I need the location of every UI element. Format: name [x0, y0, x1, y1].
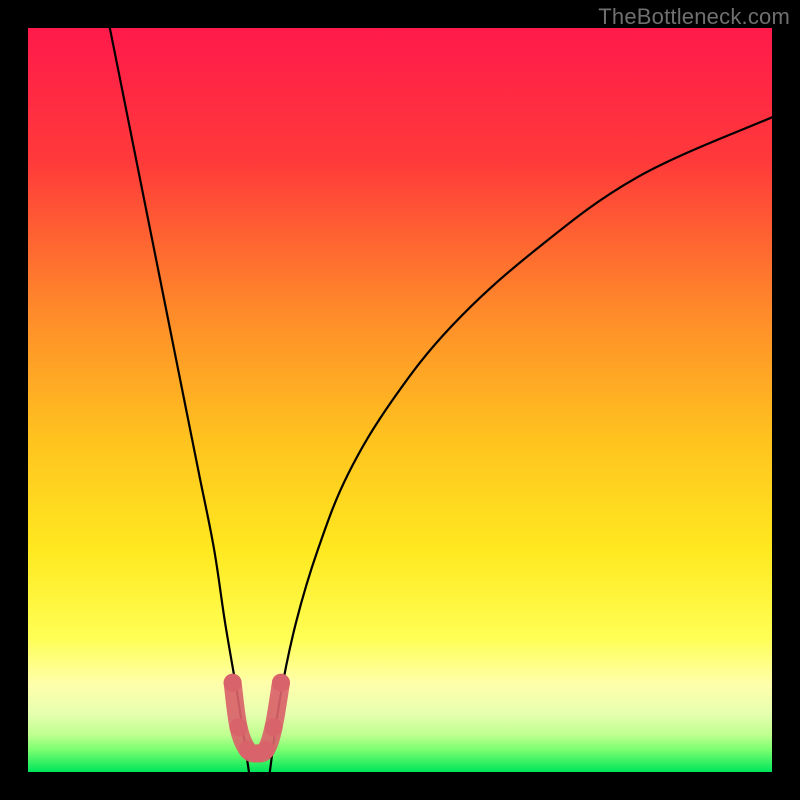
highlight-dot: [257, 741, 275, 759]
watermark-text: TheBottleneck.com: [598, 4, 790, 30]
chart-frame: TheBottleneck.com: [0, 0, 800, 800]
gradient-background: [28, 28, 772, 772]
highlight-dot: [230, 718, 248, 736]
highlight-dot: [224, 674, 242, 692]
highlight-dot: [265, 718, 283, 736]
bottleneck-chart: [28, 28, 772, 772]
highlight-dot: [272, 674, 290, 692]
